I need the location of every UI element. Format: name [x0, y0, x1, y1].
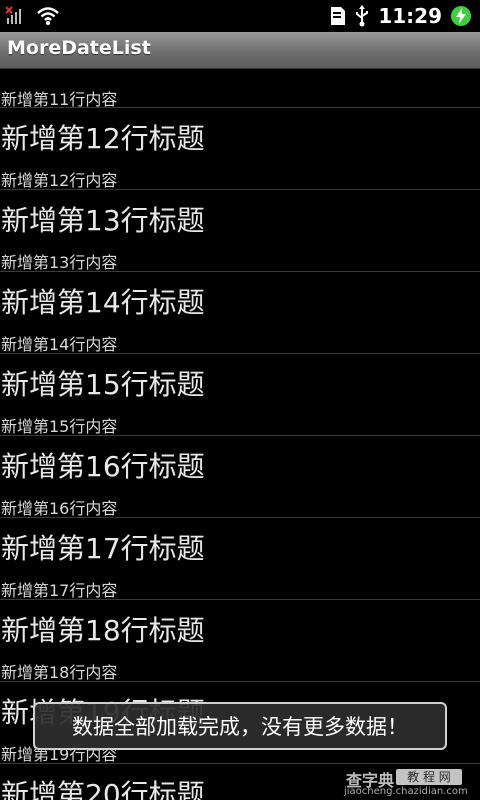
wifi-icon	[36, 6, 60, 26]
list-item-content: 新增第13行内容	[1, 253, 118, 272]
list-item-content: 新增第18行内容	[1, 663, 118, 682]
list-item[interactable]: 新增第15行标题 新增第15行内容	[0, 354, 480, 436]
usb-icon	[354, 5, 370, 27]
list-item-title: 新增第20行标题	[1, 778, 205, 800]
list-item[interactable]: 新增第14行标题 新增第14行内容	[0, 272, 480, 354]
list-item-content: 新增第15行内容	[1, 417, 118, 436]
toast-message: 数据全部加载完成，没有更多数据！	[33, 702, 447, 750]
list-item-title: 新增第15行标题	[1, 368, 205, 401]
no-signal-icon	[6, 6, 28, 26]
list-item[interactable]: 新增第18行标题 新增第18行内容	[0, 600, 480, 682]
list-item[interactable]: 新增第13行标题 新增第13行内容	[0, 190, 480, 272]
list-item-title: 新增第18行标题	[1, 614, 205, 647]
watermark: 查字典 教 程 网 jiaocheng.chazidian.com	[344, 769, 474, 797]
watermark-box: 教 程 网	[396, 769, 462, 785]
list-item[interactable]: 新增第16行标题 新增第16行内容	[0, 436, 480, 518]
data-list[interactable]: 新增第11行内容 新增第12行标题 新增第12行内容 新增第13行标题 新增第1…	[0, 70, 480, 800]
list-item[interactable]: 新增第11行内容	[0, 70, 480, 109]
list-item-content: 新增第16行内容	[1, 499, 118, 518]
list-item[interactable]: 新增第17行标题 新增第17行内容	[0, 518, 480, 600]
toast-text: 数据全部加载完成，没有更多数据！	[72, 715, 408, 739]
list-item-title: 新增第13行标题	[1, 204, 205, 237]
list-item-content: 新增第12行内容	[1, 171, 118, 190]
battery-charging-icon	[450, 5, 472, 27]
list-item-title: 新增第14行标题	[1, 286, 205, 319]
status-time: 11:29	[378, 4, 442, 28]
list-item-title: 新增第12行标题	[1, 122, 205, 155]
list-item-title: 新增第17行标题	[1, 532, 205, 565]
status-bar: 11:29	[0, 0, 480, 32]
list-item-content: 新增第17行内容	[1, 581, 118, 600]
list-item-title: 新增第16行标题	[1, 450, 205, 483]
list-item[interactable]: 新增第12行标题 新增第12行内容	[0, 108, 480, 190]
list-item-content: 新增第14行内容	[1, 335, 118, 354]
app-title-bar: MoreDateList	[0, 32, 480, 69]
watermark-url: jiaocheng.chazidian.com	[344, 786, 468, 797]
app-title: MoreDateList	[7, 37, 151, 59]
sd-card-icon	[330, 6, 346, 26]
